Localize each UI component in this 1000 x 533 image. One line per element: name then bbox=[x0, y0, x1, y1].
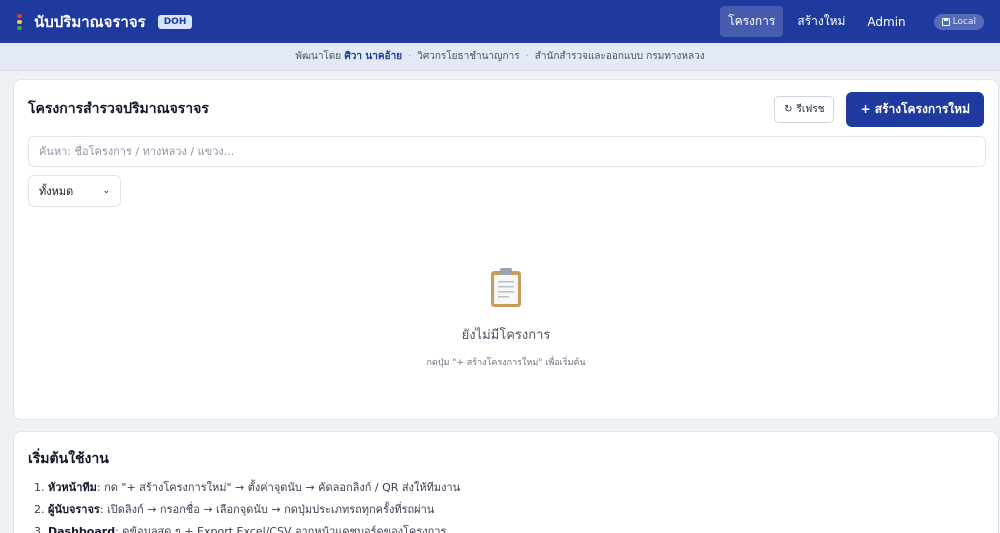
refresh-label: รีเฟรช bbox=[796, 103, 825, 115]
brand[interactable]: นับปริมาณจราจร DOH bbox=[16, 10, 193, 34]
step-role: หัวหน้าทีม bbox=[48, 481, 97, 494]
status-filter-select[interactable]: ทั้งหมด ⌄ bbox=[28, 175, 121, 207]
projects-header: โครงการสำรวจปริมาณจราจร ↻ รีเฟรช + สร้าง… bbox=[28, 91, 984, 127]
empty-hint: กดปุ่ม "+ สร้างโครงการใหม่" เพื่อเริ่มต้… bbox=[426, 358, 586, 368]
credits-prefix: พัฒนาโดย bbox=[295, 51, 342, 62]
getting-started-card: เริ่มต้นใช้งาน 1. หัวหน้าทีม: กด "+ สร้า… bbox=[13, 431, 999, 533]
projects-card: โครงการสำรวจปริมาณจราจร ↻ รีเฟรช + สร้าง… bbox=[13, 79, 999, 420]
step-number: 3. bbox=[34, 525, 45, 533]
projects-title: โครงการสำรวจปริมาณจราจร bbox=[28, 101, 209, 117]
step-text: : กด "+ สร้างโครงการใหม่" → ตั้งค่าจุดนั… bbox=[96, 481, 461, 494]
storage-label: Local bbox=[952, 16, 976, 27]
main-nav: โครงการ สร้างใหม่ Admin Local bbox=[720, 6, 984, 37]
top-bar: นับปริมาณจราจร DOH โครงการ สร้างใหม่ Adm… bbox=[0, 0, 1000, 43]
clipboard-icon bbox=[491, 268, 521, 307]
nav-create[interactable]: สร้างใหม่ bbox=[789, 6, 853, 37]
traffic-light-icon bbox=[16, 13, 22, 30]
create-project-button[interactable]: + สร้างโครงการใหม่ bbox=[846, 91, 984, 127]
save-icon bbox=[941, 17, 950, 26]
credits-author: ศิวา นาคอ้าย bbox=[344, 51, 403, 62]
credits-separator: · bbox=[408, 51, 412, 62]
step-text: : ดูข้อมูลสด ๆ + Export Excel/CSV จากหน้… bbox=[115, 525, 447, 533]
chevron-down-icon: ⌄ bbox=[102, 186, 110, 196]
refresh-icon: ↻ bbox=[784, 103, 793, 115]
credits-separator: · bbox=[525, 51, 529, 62]
steps-list: 1. หัวหน้าทีม: กด "+ สร้างโครงการใหม่" →… bbox=[34, 477, 460, 533]
empty-title: ยังไม่มีโครงการ bbox=[461, 328, 551, 343]
step-role: Dashboard bbox=[48, 525, 116, 533]
list-item: 3. Dashboard: ดูข้อมูลสด ๆ + Export Exce… bbox=[34, 521, 460, 533]
credits-role: วิศวกรโยธาชำนาญการ bbox=[417, 51, 520, 62]
step-number: 2. bbox=[34, 503, 45, 516]
nav-admin[interactable]: Admin bbox=[859, 9, 913, 35]
search-input[interactable] bbox=[28, 136, 986, 167]
doh-badge: DOH bbox=[157, 14, 193, 29]
app-title: นับปริมาณจราจร bbox=[34, 12, 146, 31]
credits-bar: พัฒนาโดย ศิวา นาคอ้าย · วิศวกรโยธาชำนาญก… bbox=[0, 43, 1000, 71]
step-number: 1. bbox=[34, 481, 45, 494]
credits-org: สำนักสำรวจและออกแบบ กรมทางหลวง bbox=[534, 51, 705, 62]
step-role: ผู้นับจราจร bbox=[48, 503, 100, 516]
refresh-button[interactable]: ↻ รีเฟรช bbox=[774, 95, 835, 123]
filter-value: ทั้งหมด bbox=[39, 185, 74, 198]
list-item: 2. ผู้นับจราจร: เปิดลิงก์ → กรอกชื่อ → เ… bbox=[34, 499, 460, 521]
empty-state: ยังไม่มีโครงการ กดปุ่ม "+ สร้างโครงการให… bbox=[14, 266, 998, 369]
getting-started-title: เริ่มต้นใช้งาน bbox=[28, 451, 109, 467]
step-text: : เปิดลิงก์ → กรอกชื่อ → เลือกจุดนับ → ก… bbox=[99, 503, 435, 516]
storage-status[interactable]: Local bbox=[933, 13, 984, 30]
list-item: 1. หัวหน้าทีม: กด "+ สร้างโครงการใหม่" →… bbox=[34, 477, 460, 499]
nav-projects[interactable]: โครงการ bbox=[720, 6, 784, 37]
